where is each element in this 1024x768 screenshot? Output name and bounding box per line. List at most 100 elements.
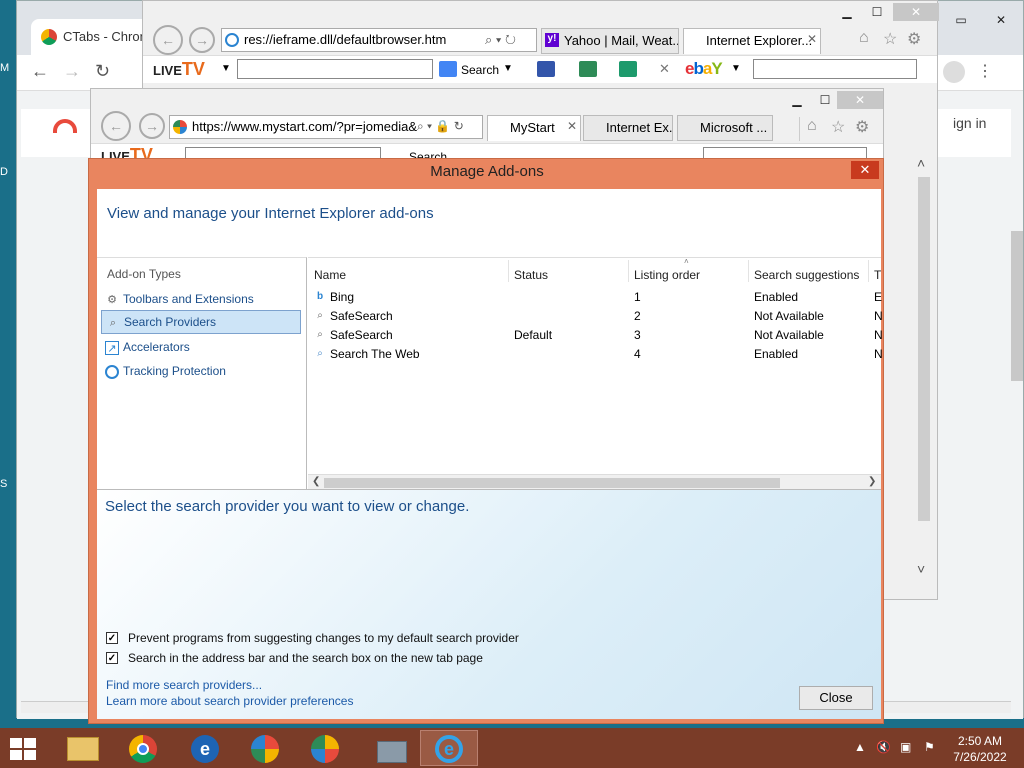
provider-truncated: N [874,328,883,342]
chrome-vertical-scrollbar[interactable] [1011,231,1023,381]
close-icon[interactable]: ✕ [893,3,939,21]
clock-time[interactable]: 2:50 AM [950,734,1010,748]
dialog-title: Manage Add-ons [430,163,544,180]
addon-type-label: Tracking Protection [123,364,226,378]
games-icon[interactable] [619,61,637,77]
column-header-truncated[interactable]: T [874,268,881,282]
ie-tab-microsoft[interactable]: Microsoft ... [677,115,773,141]
chevron-down-icon[interactable]: ▼ [503,63,513,74]
close-button[interactable]: Close [799,686,873,710]
forward-arrow-icon[interactable]: → [63,61,81,82]
chevron-down-icon[interactable]: ˅ [917,561,925,577]
column-header-name[interactable]: Name [314,268,346,282]
table-row[interactable]: ⌕ SafeSearch 2 Not Available N [308,307,882,326]
settings-gear-icon[interactable]: ⚙ [855,117,869,137]
minimize-icon[interactable]: ▭ [947,11,975,29]
news-icon[interactable] [579,61,597,77]
briefcase-icon[interactable] [362,730,420,766]
find-more-providers-link[interactable]: Find more search providers... [106,678,262,692]
provider-truncated: N [874,347,883,361]
minimize-icon[interactable]: ▁ [833,3,861,21]
list-horizontal-scrollbar[interactable]: ❮ ❯ [308,474,881,490]
close-icon[interactable]: ✕ [987,11,1015,29]
livetv-logo[interactable]: LIVETV [153,59,205,80]
ie-tab-active[interactable]: Internet Explorer... [683,28,821,54]
chevron-up-icon[interactable]: ˄ [917,155,925,171]
settings-gear-icon[interactable]: ⚙ [907,29,921,49]
ebay-logo[interactable]: ebaY [685,59,723,79]
start-windows-icon[interactable] [10,738,38,760]
ie-tab-yahoo[interactable]: Yahoo | Mail, Weat... [541,28,679,54]
show-hidden-icons-icon[interactable]: ▲ [854,740,866,754]
back-arrow-icon[interactable]: ← [153,25,183,55]
tab-close-icon[interactable]: ✕ [807,32,817,46]
back-arrow-icon[interactable]: ← [101,111,131,141]
addon-type-tracking-protection[interactable]: Tracking Protection [101,360,301,384]
close-icon[interactable]: ✕ [659,61,670,77]
scroll-right-icon[interactable]: ❯ [868,476,876,487]
gear-icon: ⚙ [107,294,117,306]
prevent-changes-checkbox[interactable]: ✓ [106,632,118,644]
favorites-star-icon[interactable]: ☆ [883,29,897,49]
home-icon[interactable]: ⌂ [859,29,869,47]
column-header-listing-order[interactable]: Listing order [634,268,700,282]
chevron-down-icon[interactable]: ▼ [731,63,741,74]
chevron-down-icon[interactable]: ▼ [221,63,231,74]
forward-arrow-icon[interactable]: → [139,113,165,139]
table-row[interactable]: ⌕ SafeSearch Default 3 Not Available N [308,326,883,345]
action-center-icon[interactable]: ⚑ [924,740,935,754]
ie-icon[interactable]: e [420,730,478,766]
select-provider-message: Select the search provider you want to v… [105,498,470,515]
search-address-bar-checkbox[interactable]: ✓ [106,652,118,664]
addon-type-toolbars[interactable]: ⚙ Toolbars and Extensions [101,288,301,312]
search-address-bar-label: Search in the address bar and the search… [128,651,483,665]
file-explorer-icon[interactable] [54,730,112,766]
addon-type-search-providers[interactable]: ⌕ Search Providers [101,310,301,334]
ie-page-icon [225,33,239,47]
chrome-icon[interactable] [114,730,172,766]
ie-old-icon[interactable]: e [176,730,234,766]
toolbar-secondary-input[interactable] [753,59,917,79]
maximize-icon[interactable]: ☐ [811,91,839,109]
provider-status: Default [514,328,553,342]
tab-close-icon[interactable]: ✕ [567,119,577,133]
scroll-left-icon[interactable]: ❮ [312,476,320,487]
provider-name: SafeSearch [330,328,393,342]
sort-ascending-icon: ˄ [684,257,689,266]
addon-type-label: Toolbars and Extensions [123,292,254,306]
favorites-star-icon[interactable]: ☆ [831,117,845,137]
clock-date[interactable]: 7/26/2022 [950,750,1010,764]
weather-icon[interactable] [537,61,555,77]
table-row[interactable]: b Bing 1 Enabled E [308,288,882,307]
toolbar-search-button[interactable]: Search [461,63,499,77]
dialog-close-icon[interactable]: ✕ [851,161,879,179]
learn-more-link[interactable]: Learn more about search provider prefere… [106,694,353,708]
list-scroll-thumb[interactable] [324,478,780,488]
search-icon[interactable]: ⌕ ▾ 🔒 ↻ [417,119,464,134]
desktop-edge-text: D [0,166,8,178]
minimize-icon[interactable]: ▁ [783,91,811,109]
maximize-icon[interactable]: ☐ [863,3,891,21]
search-icon[interactable]: ⌕ ▾ ↻ [485,32,516,48]
column-header-search-suggestions[interactable]: Search suggestions [754,268,859,282]
chrome-tab-title: CTabs - Chrom [63,29,151,44]
home-icon[interactable]: ⌂ [807,117,817,135]
network-icon[interactable]: ▣ [900,740,911,754]
more-menu-icon[interactable]: ⋮ [977,61,993,81]
addon-type-accelerators[interactable]: ↗ Accelerators [101,336,301,360]
profile-avatar-icon[interactable] [943,61,965,83]
back-arrow-icon[interactable]: ← [31,61,49,82]
addon-types-title: Add-on Types [107,267,181,281]
volume-muted-icon[interactable]: 🔇 [876,740,891,754]
app-icon[interactable] [296,730,354,766]
column-header-status[interactable]: Status [514,268,548,282]
ie-scroll-thumb[interactable] [918,177,930,521]
reload-icon[interactable]: ↻ [95,61,110,82]
toolbar-search-input[interactable] [237,59,433,79]
sign-in-link[interactable]: ign in [953,115,986,131]
forward-arrow-icon[interactable]: → [189,27,215,53]
app-icon[interactable] [236,730,294,766]
close-icon[interactable]: ✕ [837,91,883,109]
ie-tab-internet-explorer[interactable]: Internet Ex... [583,115,673,141]
table-row[interactable]: ⌕ Search The Web 4 Enabled N [308,345,883,364]
